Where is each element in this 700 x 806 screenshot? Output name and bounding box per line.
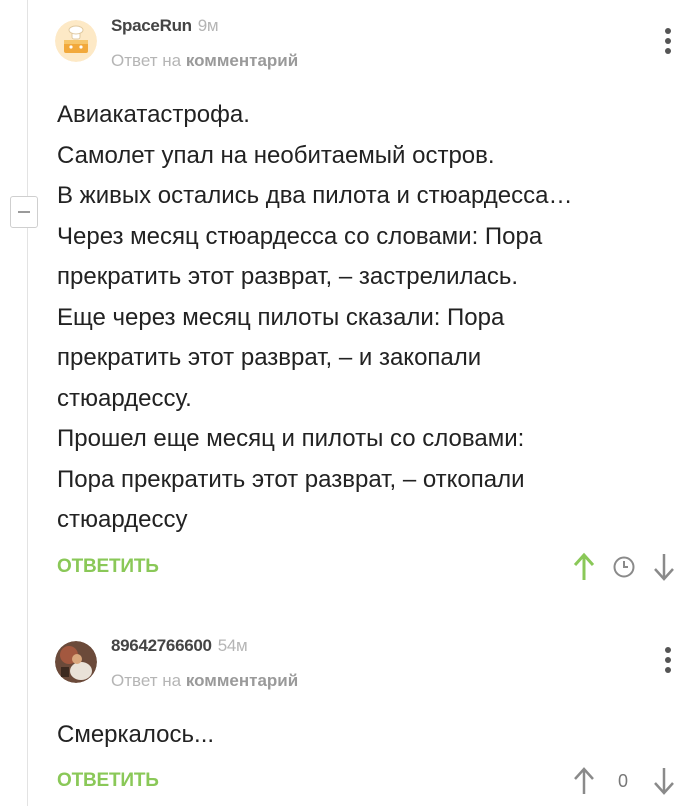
upvote-arrow-icon[interactable] — [572, 766, 596, 796]
comment-line: стюардессу — [57, 506, 188, 533]
comment-time: 9м — [197, 16, 219, 35]
comment-line: В живых остались два пилота и стюардесса… — [57, 182, 573, 209]
collapse-thread-button[interactable] — [10, 196, 38, 228]
comment-line: Смеркалось... — [57, 721, 215, 748]
comment-author[interactable]: SpaceRun 9м — [111, 16, 219, 36]
downvote-arrow-icon[interactable] — [652, 766, 676, 796]
comment-line: стюардессу. — [57, 384, 192, 412]
author-name[interactable]: SpaceRun — [111, 16, 192, 35]
rating-count: 0 — [618, 771, 629, 791]
photo-avatar-icon[interactable] — [55, 641, 97, 683]
comment-line: Прошел еще месяц и пилоты со словами: — [57, 425, 525, 452]
downvote-arrow-icon[interactable] — [652, 552, 676, 582]
reply-target-link[interactable]: комментарий — [186, 671, 298, 690]
reply-button[interactable]: ОТВЕТИТЬ — [57, 556, 159, 578]
author-name[interactable]: 89642766600 — [111, 636, 212, 655]
comment-body: Смеркалось... — [57, 715, 680, 756]
reply-to-info: Ответ на комментарий — [111, 51, 298, 71]
reply-prefix: Ответ на — [111, 671, 182, 690]
comment-time: 54м — [217, 636, 248, 655]
comment-line: Самолет упал на необитаемый остров. — [57, 141, 495, 169]
more-options-icon[interactable] — [664, 647, 672, 677]
thread-line — [27, 0, 28, 806]
upvote-arrow-icon[interactable] — [572, 552, 596, 582]
comment-line: Через месяц стюардесса со словами: Пора — [57, 222, 543, 250]
comment-author[interactable]: 89642766600 54м — [111, 636, 248, 656]
comment-line: Пора прекратить этот разврат, – откопали — [57, 465, 525, 493]
comment-body: Авиакатастрофа. Самолет упал на необитае… — [57, 95, 680, 541]
comment-line: Авиакатастрофа. — [57, 101, 250, 128]
reply-target-link[interactable]: комментарий — [186, 51, 298, 70]
cake-avatar-icon[interactable] — [55, 20, 97, 62]
comment-line: прекратить этот разврат, – и закопали — [57, 344, 482, 371]
reply-prefix: Ответ на — [111, 51, 182, 70]
more-options-icon[interactable] — [664, 28, 672, 58]
comment-line: Еще через месяц пилоты сказали: Пора — [57, 303, 505, 331]
reply-to-info: Ответ на комментарий — [111, 671, 298, 691]
reply-button[interactable]: ОТВЕТИТЬ — [57, 770, 159, 792]
comment-line: прекратить этот разврат, – застрелилась. — [57, 263, 519, 290]
clock-icon — [613, 556, 635, 578]
